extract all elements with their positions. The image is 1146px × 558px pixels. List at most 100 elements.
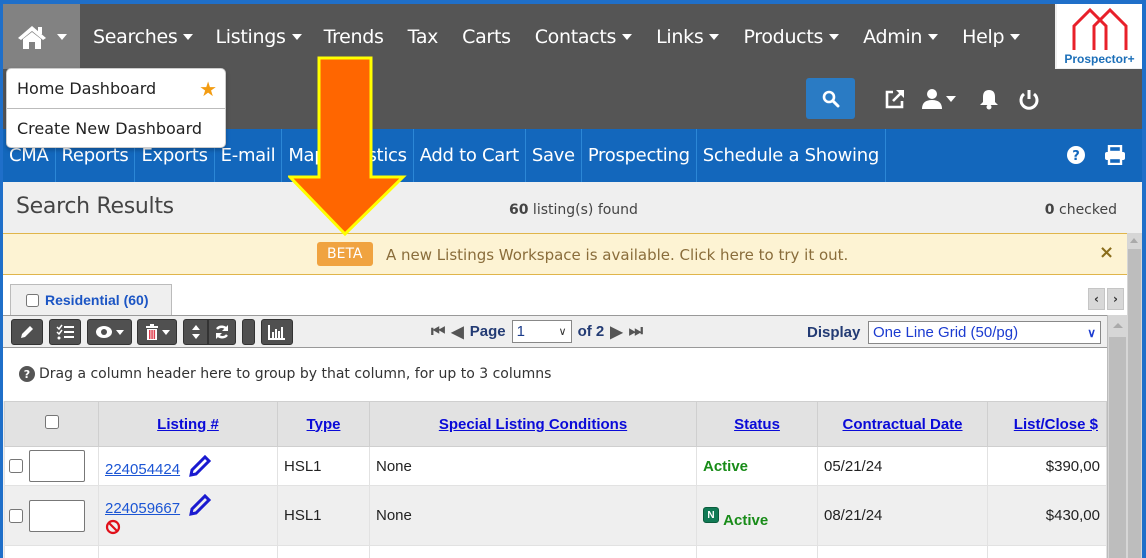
nav-carts[interactable]: Carts <box>462 26 511 48</box>
select-all-checkbox[interactable] <box>44 415 59 429</box>
page-select[interactable]: 1 ∨ <box>511 320 572 343</box>
close-icon[interactable]: × <box>1099 242 1114 263</box>
display-select[interactable]: One Line Grid (50/pg) ∨ <box>868 321 1101 344</box>
listing-cell: 224059667 <box>98 485 278 546</box>
bell-icon[interactable] <box>979 88 999 114</box>
page-label: Page <box>469 323 506 340</box>
status-cell <box>696 545 818 558</box>
last-page-icon[interactable]: ⏭ <box>629 323 643 341</box>
beta-badge: BETA <box>317 242 373 266</box>
checked-count: 0 checked <box>1045 202 1117 218</box>
print-icon[interactable] <box>1104 145 1126 165</box>
next-page-icon[interactable]: ▶ <box>610 322 622 342</box>
pencil-icon[interactable] <box>188 493 212 517</box>
edit-button[interactable] <box>11 319 43 345</box>
prohibited-icon <box>105 519 121 534</box>
chart-button[interactable] <box>261 319 293 345</box>
checklist-button[interactable] <box>49 319 81 345</box>
type-cell <box>277 545 370 558</box>
help-icon[interactable]: ? <box>19 366 35 382</box>
row-note-input[interactable] <box>29 499 85 532</box>
nav-products[interactable]: Products <box>743 26 840 48</box>
column-header-link[interactable]: Type <box>307 416 341 433</box>
column-header-link[interactable]: Status <box>734 416 780 433</box>
menu-item-create-dashboard[interactable]: Create New Dashboard <box>7 108 225 147</box>
search-button[interactable] <box>806 78 855 119</box>
found-number: 60 <box>509 202 529 218</box>
column-header-status[interactable]: Status <box>696 401 818 447</box>
chevron-down-icon <box>291 34 302 40</box>
blank-toolbar-button[interactable] <box>242 319 255 345</box>
row-checkbox[interactable] <box>9 459 23 473</box>
action-prospecting[interactable]: Prospecting <box>582 129 697 182</box>
page-title: Search Results <box>16 194 174 219</box>
column-header-link[interactable]: Special Listing Conditions <box>439 416 627 433</box>
table-row[interactable] <box>4 545 1107 558</box>
tab-scroll-right-button[interactable]: › <box>1107 288 1124 310</box>
table-row[interactable]: 224054424 HSL1 None Active 05/21/24 $390… <box>4 446 1107 486</box>
scrollbar-thumb[interactable] <box>1109 337 1126 558</box>
tab-select-all-checkbox[interactable] <box>26 293 39 307</box>
conditions-cell <box>369 545 697 558</box>
chevron-down-icon <box>622 34 633 40</box>
grid-scrollbar[interactable] <box>1107 315 1127 558</box>
action-schedule-showing[interactable]: Schedule a Showing <box>697 129 886 182</box>
results-header: Search Results 60 listing(s) found 0 che… <box>3 182 1142 234</box>
listing-link[interactable]: 224054424 <box>105 461 180 478</box>
tab-scroll-left-button[interactable]: ‹ <box>1088 288 1105 310</box>
column-header-conditions[interactable]: Special Listing Conditions <box>369 401 697 447</box>
scroll-up-icon[interactable] <box>1130 238 1138 243</box>
listing-link[interactable]: 224059667 <box>105 500 180 517</box>
sort-button[interactable] <box>183 319 208 345</box>
tab-residential[interactable]: Residential (60) <box>10 284 172 315</box>
star-icon[interactable]: ★ <box>199 69 217 109</box>
group-hint: ? Drag a column header here to group by … <box>19 366 551 382</box>
svg-text:?: ? <box>1072 149 1080 164</box>
power-icon[interactable] <box>1018 88 1040 114</box>
nav-admin[interactable]: Admin <box>863 26 939 48</box>
column-header-link[interactable]: Contractual Date <box>842 416 962 433</box>
column-header-link[interactable]: Listing # <box>157 416 219 433</box>
prev-page-icon[interactable]: ◀ <box>451 322 463 342</box>
user-menu-button[interactable] <box>921 88 956 110</box>
action-add-to-cart[interactable]: Add to Cart <box>414 129 526 182</box>
row-checkbox[interactable] <box>9 508 23 523</box>
action-save[interactable]: Save <box>526 129 582 182</box>
view-menu-button[interactable] <box>87 319 132 345</box>
delete-menu-button[interactable] <box>137 319 177 345</box>
nav-searches[interactable]: Searches <box>93 26 194 48</box>
grid-header-row: Listing # Type Special Listing Condition… <box>4 401 1107 447</box>
scroll-up-icon[interactable] <box>1113 323 1123 328</box>
page-scrollbar[interactable] <box>1127 233 1142 558</box>
scrollbar-thumb[interactable] <box>1128 249 1141 558</box>
home-button[interactable] <box>3 4 80 69</box>
table-row[interactable]: 224059667 HSL1 None N Active 08/21/24 $4… <box>4 485 1107 546</box>
help-icon[interactable]: ? <box>1066 145 1086 165</box>
column-header-price[interactable]: List/Close $ <box>987 401 1107 447</box>
nav-tax[interactable]: Tax <box>408 26 439 48</box>
pencil-icon[interactable] <box>188 454 212 478</box>
nav-links[interactable]: Links <box>656 26 720 48</box>
first-page-icon[interactable]: ⏮ <box>431 323 445 341</box>
column-header-link[interactable]: List/Close $ <box>1014 416 1098 433</box>
nav-trends[interactable]: Trends <box>324 26 384 48</box>
beta-banner[interactable]: BETA A new Listings Workspace is availab… <box>3 233 1127 275</box>
column-header-date[interactable]: Contractual Date <box>817 401 988 447</box>
beta-message-link[interactable]: A new Listings Workspace is available. C… <box>386 246 848 264</box>
prospector-logo[interactable]: Prospector+ <box>1057 4 1142 68</box>
nav-listings[interactable]: Listings <box>215 26 302 48</box>
column-header-type[interactable]: Type <box>277 401 370 447</box>
row-note-input[interactable] <box>29 450 85 482</box>
page-total: of 2 <box>577 323 605 340</box>
external-link-icon[interactable] <box>884 88 906 114</box>
type-cell: HSL1 <box>277 485 370 546</box>
nav-help[interactable]: Help <box>962 26 1021 48</box>
app-window: Searches Listings Trends Tax Carts Conta… <box>3 4 1142 558</box>
column-header-listing[interactable]: Listing # <box>98 401 278 447</box>
nav-contacts[interactable]: Contacts <box>535 26 633 48</box>
menu-item-home-dashboard[interactable]: Home Dashboard ★ <box>7 69 225 108</box>
tab-residential-label[interactable]: Residential (60) <box>45 292 148 308</box>
group-by-area[interactable]: ? Drag a column header here to group by … <box>3 348 1107 401</box>
refresh-button[interactable] <box>208 319 236 345</box>
checked-label: checked <box>1054 202 1117 218</box>
